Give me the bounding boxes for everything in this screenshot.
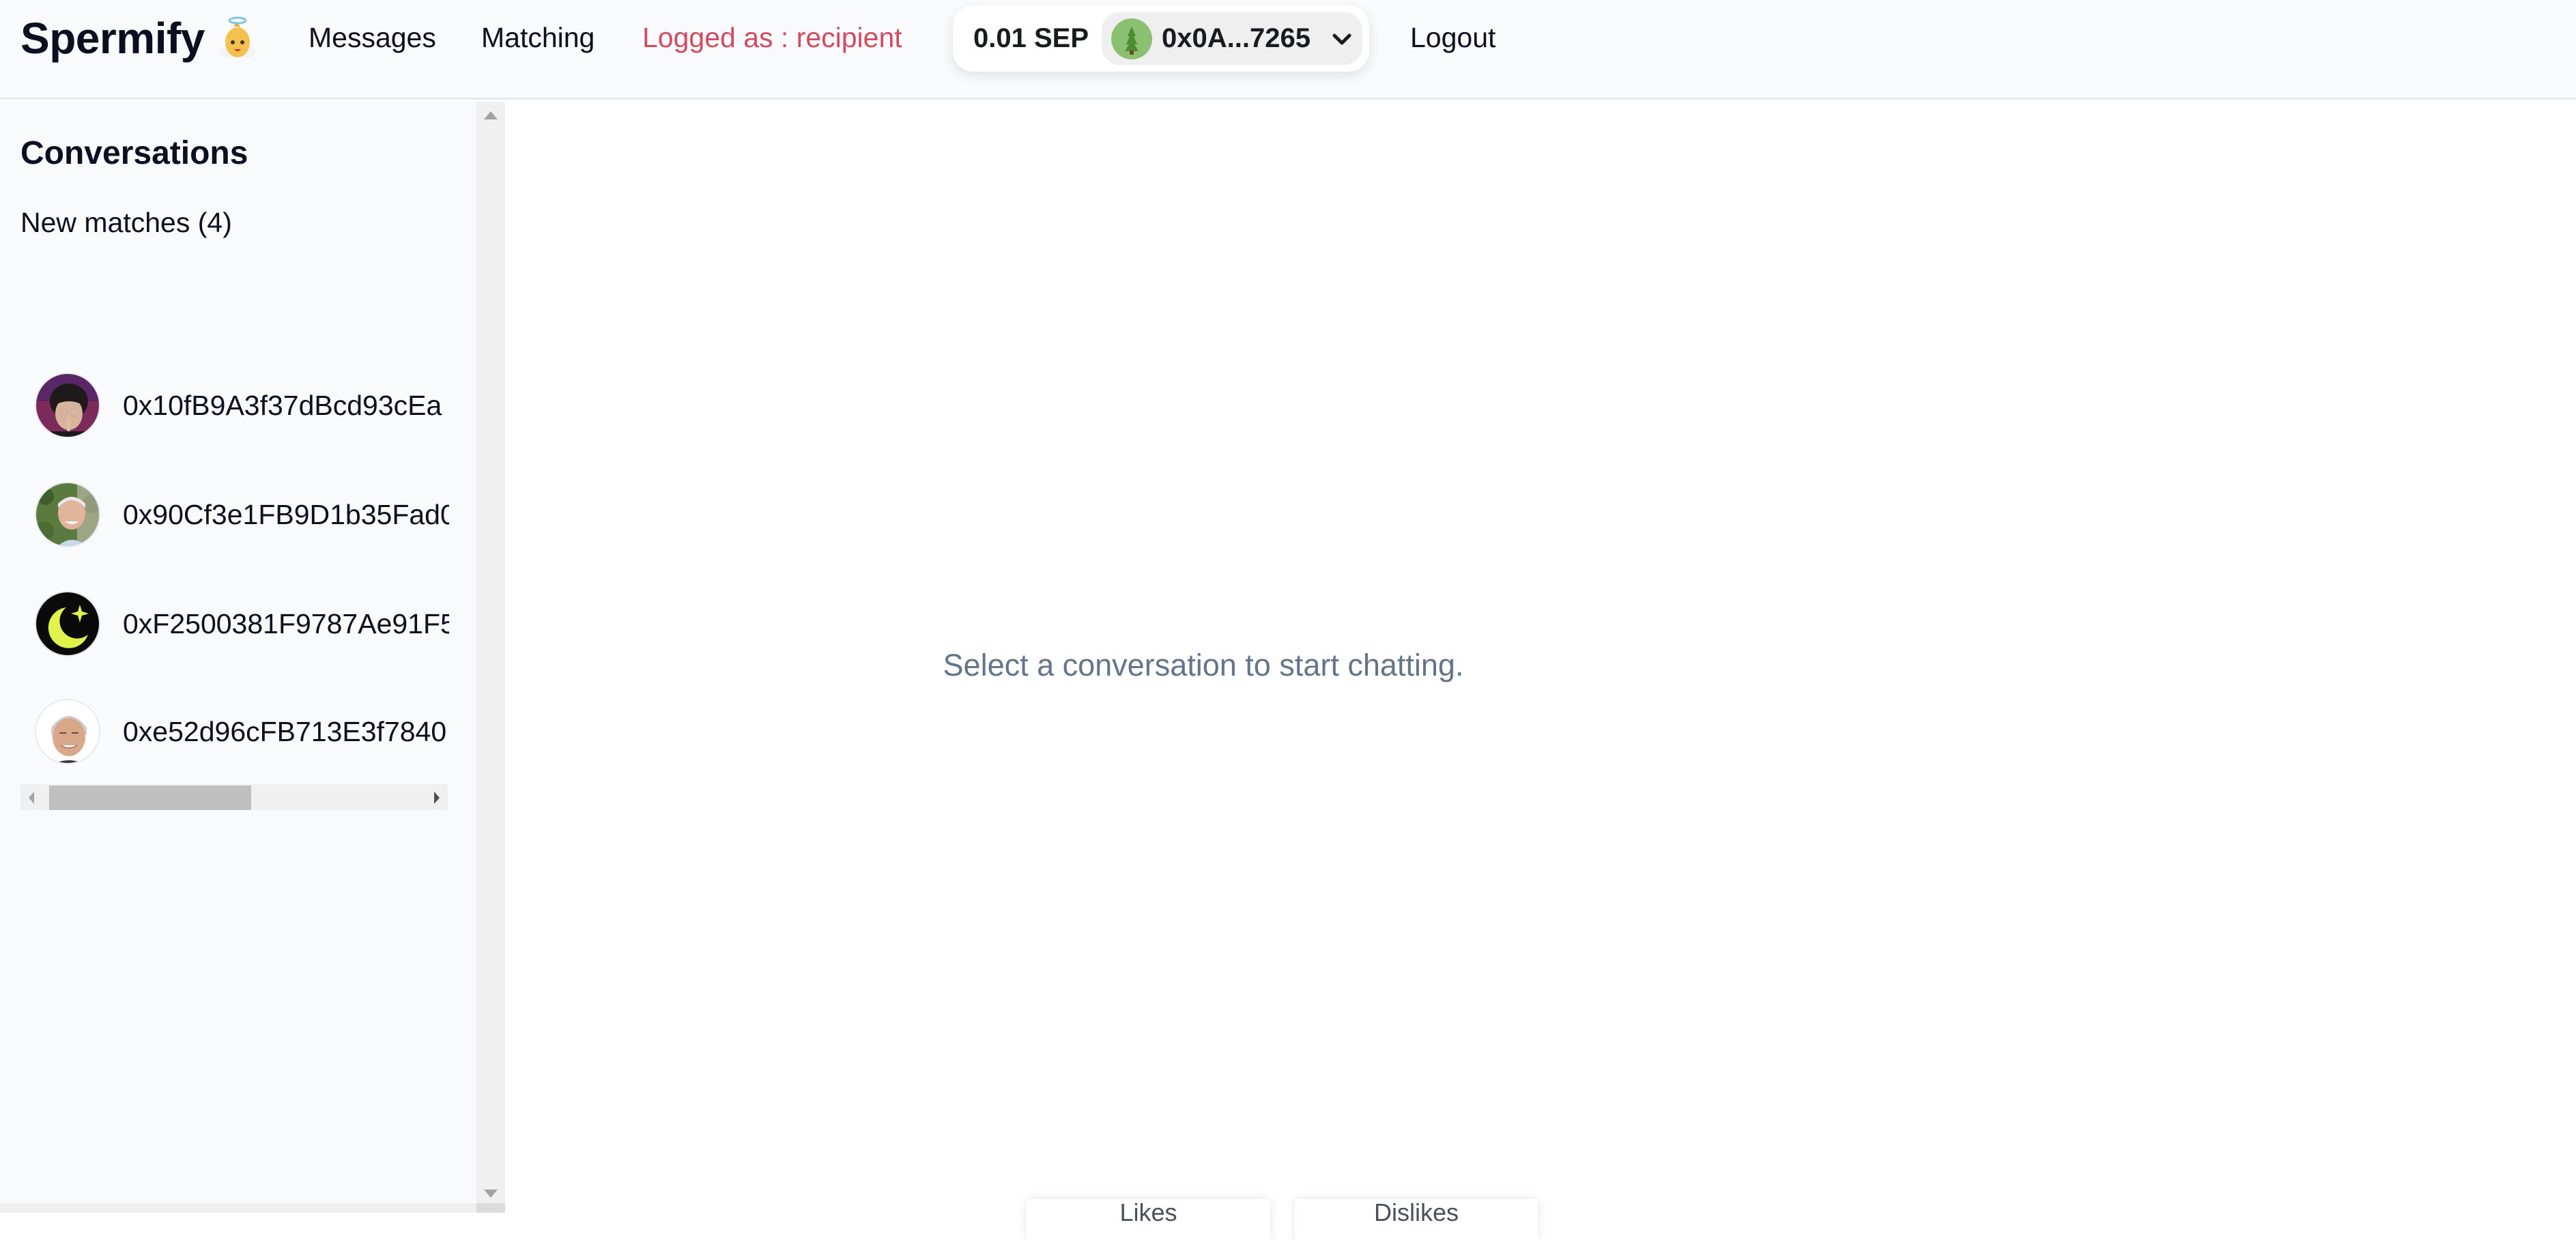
conversations-title: Conversations bbox=[20, 135, 248, 171]
logout-button[interactable]: Logout bbox=[1410, 18, 1495, 57]
match-item[interactable]: 0xe52d96cFB713E3f7840 bbox=[20, 687, 449, 776]
scrollbar-thumb[interactable] bbox=[49, 785, 251, 810]
account-button[interactable]: 0x0A...7265 bbox=[1102, 12, 1362, 65]
likes-button[interactable]: Likes bbox=[1027, 1199, 1270, 1240]
conversations-sidebar: Conversations New matches (4) 0x10fB9A3f… bbox=[0, 102, 476, 1207]
chevron-down-icon bbox=[1332, 33, 1351, 45]
scroll-down-arrow-icon[interactable] bbox=[484, 1189, 498, 1198]
match-item[interactable]: 0xF2500381F9787Ae91F5 bbox=[20, 579, 449, 668]
avatar bbox=[35, 482, 100, 547]
scroll-left-arrow-icon[interactable] bbox=[29, 792, 34, 804]
match-address: 0xe52d96cFB713E3f7840 bbox=[123, 716, 447, 747]
top-nav-bar: Spermify Messages Matching Logged as : r… bbox=[0, 0, 2576, 100]
match-item[interactable]: 0x90Cf3e1FB9D1b35Fad0 bbox=[20, 470, 449, 559]
dislikes-button[interactable]: Dislikes bbox=[1295, 1199, 1538, 1240]
nav-messages[interactable]: Messages bbox=[309, 18, 436, 57]
logged-as-status: Logged as : recipient bbox=[642, 22, 902, 53]
match-address: 0x10fB9A3f37dBcd93cEa bbox=[123, 390, 442, 421]
scrollbar-corner bbox=[476, 1203, 505, 1213]
match-item[interactable]: 0x10fB9A3f37dBcd93cEa bbox=[20, 361, 449, 450]
new-matches-label: New matches (4) bbox=[20, 207, 232, 238]
match-address: 0xF2500381F9787Ae91F5 bbox=[123, 608, 449, 639]
baby-angel-icon bbox=[220, 16, 255, 57]
pine-tree-icon bbox=[1111, 18, 1152, 59]
page-horizontal-scrollbar[interactable] bbox=[0, 1203, 505, 1213]
app-logo[interactable]: Spermify bbox=[20, 10, 205, 67]
account-address: 0x0A...7265 bbox=[1162, 23, 1311, 53]
scroll-up-arrow-icon[interactable] bbox=[484, 111, 498, 119]
empty-chat-message: Select a conversation to start chatting. bbox=[943, 648, 1464, 682]
match-address: 0x90Cf3e1FB9D1b35Fad0 bbox=[123, 499, 449, 530]
nav-matching[interactable]: Matching bbox=[481, 18, 595, 57]
vertical-scrollbar[interactable] bbox=[476, 102, 505, 1207]
horizontal-scrollbar[interactable] bbox=[20, 784, 448, 810]
wallet-balance-button[interactable]: 0.01 SEP bbox=[973, 5, 1089, 72]
avatar bbox=[35, 699, 100, 764]
wallet-widget: 0.01 SEP 0x0A...7265 bbox=[953, 5, 1369, 72]
avatar bbox=[35, 591, 100, 657]
avatar bbox=[35, 373, 100, 438]
chat-area: Select a conversation to start chatting. bbox=[505, 102, 2576, 1232]
scroll-right-arrow-icon[interactable] bbox=[434, 792, 440, 804]
